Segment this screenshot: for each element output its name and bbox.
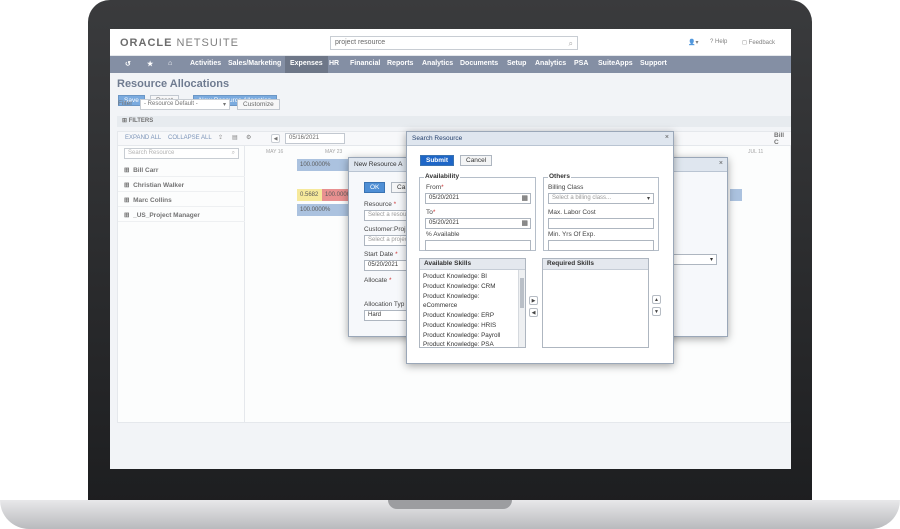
billing-class-label: Billing Class [548,184,584,191]
skill-item[interactable]: Product Knowledge: BI [423,273,487,280]
close-icon[interactable]: × [665,134,669,141]
available-skills-title: Available Skills [420,259,525,270]
from-label: From* [426,184,444,191]
min-yrs-field[interactable] [548,240,654,251]
cancel-button[interactable]: Cancel [460,155,493,166]
to-label-text: To [426,209,433,216]
required-marker: * [441,184,444,191]
skill-item[interactable]: Product Knowledge: [423,293,479,300]
close-icon[interactable]: × [719,160,723,167]
required-marker: * [388,277,392,284]
availability-group: Availability From* 05/20/2021 ▦ To* 05/20… [419,173,536,251]
ok-button[interactable]: OK [364,182,386,193]
billing-class-select[interactable]: Select a billing class... ▾ [548,193,654,204]
scrollbar[interactable] [518,270,525,347]
move-up-icon[interactable]: ▲ [652,295,661,304]
resource-label-text: Resource [364,201,392,208]
skill-item[interactable]: eCommerce [423,302,457,309]
others-title: Others [548,173,571,180]
allocate-label-text: Allocate [364,277,388,284]
add-skill-arrow-icon[interactable]: ▶ [529,296,538,305]
search-resource-dialog: Search Resource × Submit Cancel Availabi… [406,131,674,364]
move-down-icon[interactable]: ▼ [652,307,661,316]
start-date-label-text: Start Date [364,251,394,258]
calendar-icon[interactable]: ▦ [521,219,528,227]
to-label: To* [426,209,435,216]
to-date-field[interactable]: 05/20/2021 ▦ [425,218,531,229]
billing-class-placeholder: Select a billing class... [552,195,612,201]
skill-item[interactable]: Product Knowledge: ERP [423,312,494,319]
required-skills-list[interactable]: Required Skills [542,258,649,348]
max-labor-cost-field[interactable] [548,218,654,229]
skill-item[interactable]: Product Knowledge: Payroll [423,332,500,339]
calendar-icon[interactable]: ▦ [521,194,528,202]
from-date-value: 05/20/2021 [429,195,460,201]
customer-label: Customer:Proj [364,226,406,233]
pct-available-field[interactable] [425,240,531,251]
allocation-type-label: Allocation Typ [364,301,405,308]
laptop-stage: ORACLE NETSUITE project resource ⌕ 👤▾ ? H… [0,0,900,529]
dialog-title: Search Resource [407,132,673,146]
pct-available-label: % Available [426,231,460,238]
required-skills-title: Required Skills [543,259,648,270]
submit-button[interactable]: Submit [420,155,455,166]
required-marker: * [395,251,398,258]
skill-item[interactable]: Product Knowledge: PSA [423,341,494,348]
availability-title: Availability [424,173,461,180]
from-date-field[interactable]: 05/20/2021 ▦ [425,193,531,204]
available-skills-list[interactable]: Available Skills Product Knowledge: BI P… [419,258,526,348]
screen: ORACLE NETSUITE project resource ⌕ 👤▾ ? H… [110,29,791,469]
remove-skill-arrow-icon[interactable]: ◀ [529,308,538,317]
scrollbar-thumb[interactable] [520,278,524,308]
to-date-value: 05/20/2021 [429,220,460,226]
required-marker: * [432,209,436,216]
required-marker: * [393,201,397,208]
max-labor-cost-label: Max. Labor Cost [548,209,596,216]
chevron-down-icon: ▾ [646,196,650,202]
chevron-down-icon: ▾ [709,257,713,263]
from-label-text: From [426,184,442,191]
resource-label: Resource * [364,201,396,208]
allocate-label: Allocate * [364,277,391,284]
others-group: Others Billing Class Select a billing cl… [543,173,659,251]
min-yrs-label: Min. Yrs Of Exp. [548,231,596,238]
skill-item[interactable]: Product Knowledge: HRIS [423,322,496,329]
start-date-label: Start Date * [364,251,398,258]
skill-item[interactable]: Product Knowledge: CRM [423,283,495,290]
laptop-notch [388,500,512,509]
